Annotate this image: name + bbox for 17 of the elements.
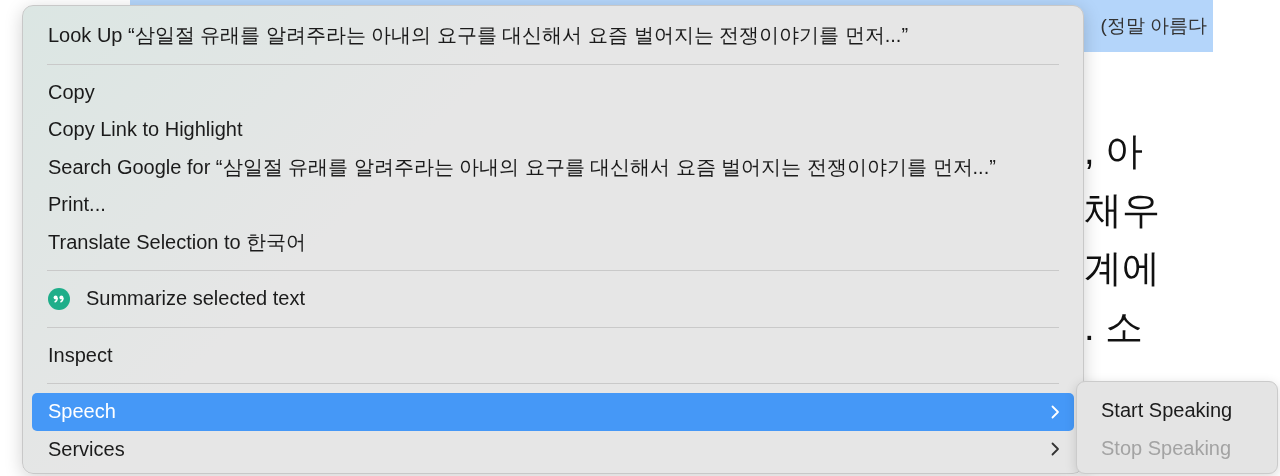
body-text: . 소 xyxy=(1084,304,1145,350)
quote-icon xyxy=(48,287,70,310)
menu-item[interactable]: Search Google for “삼일절 유래를 알려주라는 아내의 요구를 대신해서 요즘 벌어지는 전쟁이야기를 먼저...” xyxy=(32,148,1074,186)
menu-item[interactable]: Copy xyxy=(32,73,1074,111)
menu-item[interactable]: Start Speaking xyxy=(1101,392,1277,430)
body-text: 계에 xyxy=(1084,246,1161,291)
body-text: , 아 xyxy=(1084,129,1145,174)
menu-item[interactable]: Print... xyxy=(32,186,1074,224)
menu-item[interactable]: Services xyxy=(32,430,1074,468)
body-text: 채우 xyxy=(1084,187,1161,233)
menu-item[interactable]: Summarize selected text xyxy=(32,280,1074,318)
selected-text: (정말 아름다 xyxy=(1100,14,1207,38)
menu-item[interactable]: Look Up “삼일절 유래를 알려주라는 아내의 요구를 대신해서 요즘 벌어지는 전쟁이야기를 먼저...” xyxy=(32,17,1074,55)
menu-item[interactable]: Translate Selection to 한국어 xyxy=(32,223,1074,261)
menu-item: Stop Speaking xyxy=(1101,435,1233,461)
menu-item[interactable]: Inspect xyxy=(32,336,1074,374)
menu-item[interactable]: Copy Link to Highlight xyxy=(32,111,1074,149)
